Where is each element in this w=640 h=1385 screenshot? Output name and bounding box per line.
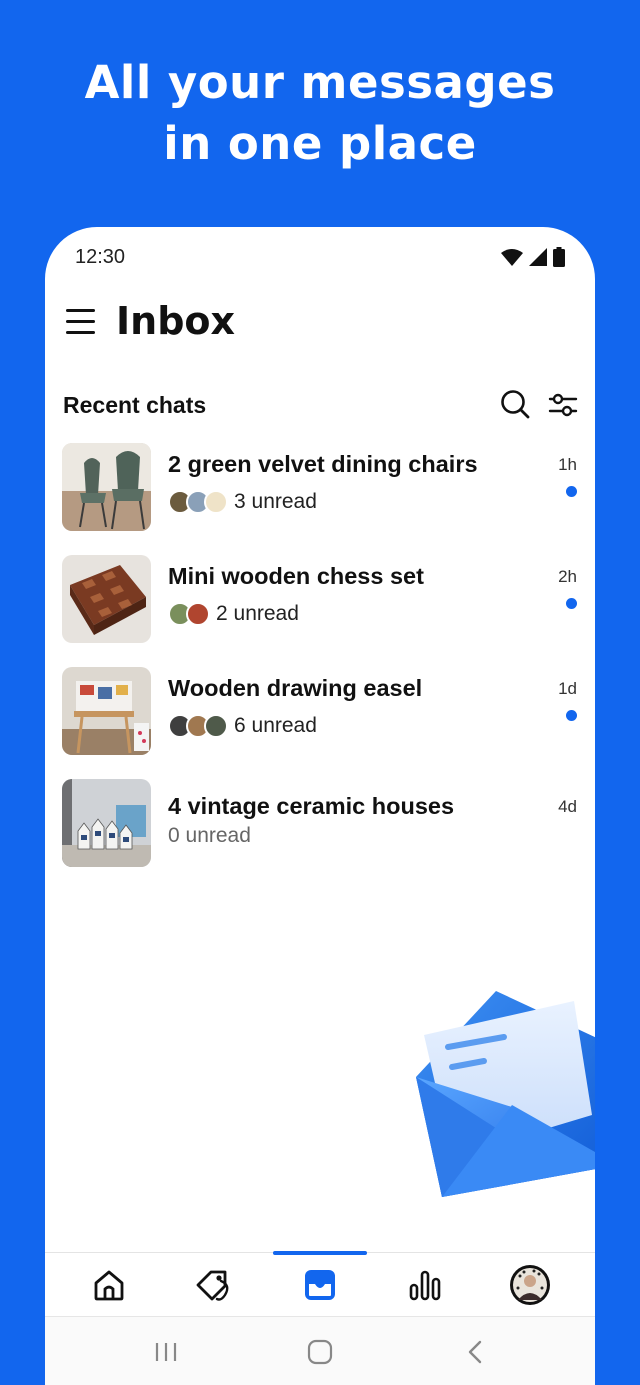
back-button[interactable]	[455, 1337, 495, 1367]
chat-timestamp: 1d	[558, 679, 577, 698]
unread-count: 6 unread	[234, 714, 317, 737]
nav-profile[interactable]	[483, 1253, 577, 1317]
chat-list: 2 green velvet dining chairs 3 unread 1h	[45, 439, 595, 887]
avatar	[186, 602, 210, 626]
home-circle-icon	[307, 1339, 333, 1365]
chat-title: 2 green velvet dining chairs	[168, 451, 478, 477]
stats-icon	[409, 1270, 441, 1301]
chat-item-dining-chairs[interactable]: 2 green velvet dining chairs 3 unread 1h	[45, 439, 595, 551]
promo-headline-line1: All your messages	[84, 56, 556, 109]
avatar	[204, 490, 228, 514]
participant-avatars	[168, 714, 228, 738]
status-icons	[501, 247, 565, 267]
section-title: Recent chats	[63, 392, 207, 418]
avatar	[204, 714, 228, 738]
app-bar: Inbox	[45, 297, 595, 357]
filter-sliders-icon[interactable]	[548, 390, 578, 420]
chat-item-chess-set[interactable]: Mini wooden chess set 2 unread 2h	[45, 551, 595, 663]
chat-timestamp: 2h	[558, 567, 577, 586]
chat-item-drawing-easel[interactable]: Wooden drawing easel 6 unread 1d	[45, 663, 595, 775]
profile-avatar	[510, 1265, 550, 1305]
chat-thumbnail	[62, 443, 151, 531]
nav-selling[interactable]	[167, 1253, 261, 1317]
promo-headline: All your messages in one place	[0, 52, 640, 174]
chat-title: 4 vintage ceramic houses	[168, 793, 455, 819]
recents-icon	[155, 1343, 177, 1361]
nav-inbox[interactable]	[273, 1253, 367, 1317]
chat-thumbnail	[62, 555, 151, 643]
chat-title: Wooden drawing easel	[168, 675, 423, 701]
unread-count: 3 unread	[234, 490, 317, 513]
participant-avatars	[168, 602, 210, 626]
recent-chats-header: Recent chats	[45, 387, 595, 427]
chat-timestamp: 4d	[558, 797, 577, 816]
envelope-illustration	[416, 991, 595, 1197]
tag-icon	[196, 1270, 229, 1301]
unread-dot	[566, 486, 577, 497]
page-title: Inbox	[116, 299, 236, 343]
chat-meta: 3 unread	[168, 489, 317, 515]
system-nav-bar	[45, 1316, 595, 1385]
unread-count: 0 unread	[168, 824, 251, 847]
hamburger-menu-icon[interactable]	[65, 307, 97, 339]
chat-title: Mini wooden chess set	[168, 563, 424, 589]
system-home-button[interactable]	[300, 1337, 340, 1367]
wifi-icon	[501, 248, 523, 266]
nav-home[interactable]	[62, 1253, 156, 1317]
inbox-icon	[305, 1270, 335, 1300]
battery-icon	[553, 247, 565, 267]
promo-headline-line2: in one place	[163, 117, 477, 170]
chat-thumbnail	[62, 667, 151, 755]
unread-dot	[566, 710, 577, 721]
home-icon	[94, 1270, 124, 1301]
status-time: 12:30	[75, 246, 126, 268]
search-icon[interactable]	[499, 388, 531, 420]
chat-meta: 0 unread	[168, 823, 251, 849]
chat-thumbnail	[62, 779, 151, 867]
unread-dot	[566, 598, 577, 609]
recents-button[interactable]	[146, 1337, 186, 1367]
unread-count: 2 unread	[216, 602, 299, 625]
nav-stats[interactable]	[378, 1253, 472, 1317]
bottom-nav	[45, 1251, 595, 1317]
chat-timestamp: 1h	[558, 455, 577, 474]
signal-icon	[529, 248, 547, 266]
chat-meta: 6 unread	[168, 713, 317, 739]
participant-avatars	[168, 490, 228, 514]
status-bar: 12:30	[45, 227, 595, 287]
phone-screen: 12:30 Inbox Recent chats 2 green velvet …	[45, 227, 595, 1385]
chat-meta: 2 unread	[168, 601, 299, 627]
chat-item-ceramic-houses[interactable]: 4 vintage ceramic houses 0 unread 4d	[45, 775, 595, 887]
back-icon	[468, 1340, 482, 1364]
